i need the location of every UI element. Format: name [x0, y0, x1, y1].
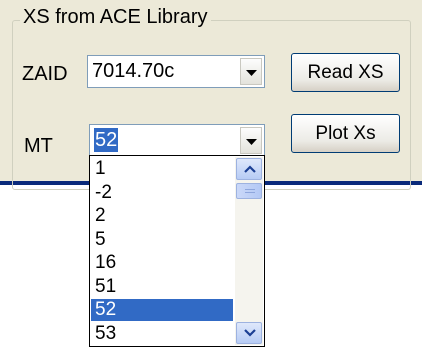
scroll-thumb[interactable]: [236, 183, 262, 199]
mt-option[interactable]: 16: [91, 252, 233, 274]
group-title: XS from ACE Library: [20, 5, 211, 29]
mt-option[interactable]: 1: [91, 158, 233, 180]
mt-option[interactable]: 2: [91, 205, 233, 227]
zaid-combobox[interactable]: 7014.70c: [87, 55, 265, 88]
mt-option[interactable]: 5: [91, 229, 233, 251]
chevron-up-icon[interactable]: [236, 158, 262, 180]
plot-xs-button[interactable]: Plot Xs: [291, 114, 400, 153]
thumb-grip: [245, 192, 255, 193]
chevron-down-icon[interactable]: [240, 58, 262, 85]
chevron-down-icon[interactable]: [236, 322, 262, 344]
mt-dropdown-list[interactable]: 1 -2 2 5 16 51 52 53: [89, 155, 265, 347]
mt-option[interactable]: -2: [91, 182, 233, 204]
zaid-label: ZAID: [22, 63, 68, 85]
mt-value: 52: [94, 128, 119, 152]
mt-option[interactable]: 51: [91, 276, 233, 298]
mt-label: MT: [24, 135, 53, 157]
scrollbar[interactable]: [235, 157, 263, 345]
chevron-down-icon[interactable]: [240, 127, 262, 154]
mt-option[interactable]: 53: [91, 323, 233, 345]
mt-combobox[interactable]: 52: [89, 124, 265, 157]
thumb-grip: [245, 189, 255, 190]
zaid-value: 7014.70c: [92, 60, 175, 82]
read-xs-button[interactable]: Read XS: [291, 53, 400, 92]
mt-option[interactable]: 52: [91, 299, 233, 321]
